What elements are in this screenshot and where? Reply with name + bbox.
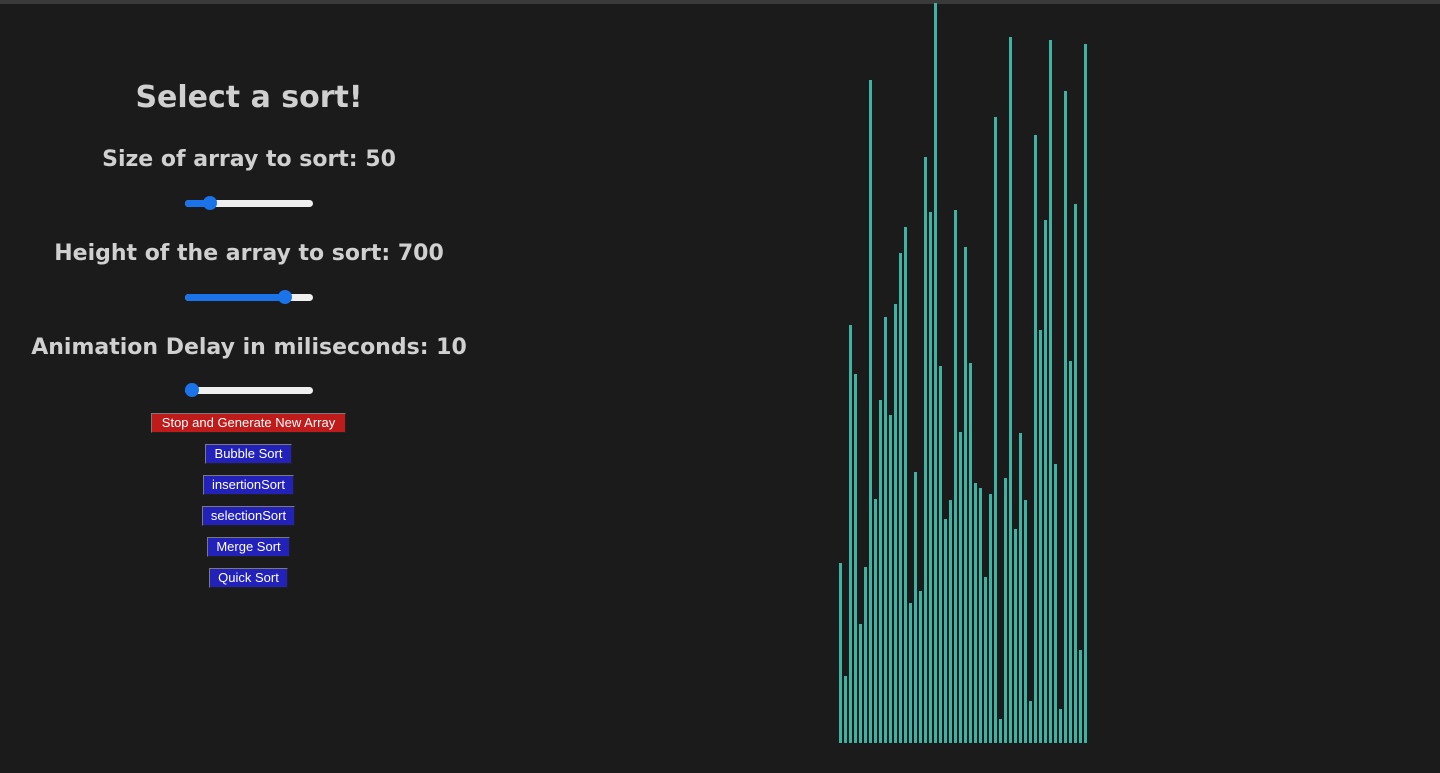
array-bar — [969, 363, 972, 743]
array-size-slider[interactable] — [185, 195, 313, 213]
array-bar — [874, 499, 877, 743]
slider-thumb[interactable] — [203, 196, 217, 210]
array-bar — [919, 591, 922, 743]
array-bar — [879, 400, 882, 743]
array-bar — [904, 227, 907, 743]
array-bar — [964, 247, 967, 743]
control-panel: Select a sort! Size of array to sort: 50… — [0, 0, 498, 773]
array-bar — [979, 488, 982, 743]
array-bar — [1009, 37, 1012, 743]
array-bar — [1069, 361, 1072, 743]
array-bar — [884, 317, 887, 743]
array-bar — [859, 624, 862, 743]
array-bar — [989, 494, 992, 743]
array-bar — [1024, 500, 1027, 743]
array-bar — [869, 80, 872, 743]
array-bar — [1059, 709, 1062, 743]
quick-sort-button[interactable]: Quick Sort — [209, 568, 288, 588]
selection-sort-button[interactable]: selectionSort — [202, 506, 295, 526]
array-bar — [894, 304, 897, 743]
array-bar — [939, 366, 942, 743]
animation-delay-slider[interactable] — [185, 382, 313, 400]
array-bar — [1034, 135, 1037, 743]
array-bar — [1079, 650, 1082, 743]
array-bar — [849, 325, 852, 743]
array-bar — [1039, 330, 1042, 743]
array-bar — [1004, 478, 1007, 743]
array-bar — [1074, 204, 1077, 743]
array-bar — [914, 472, 917, 743]
array-bar — [1049, 40, 1052, 743]
array-bar — [999, 719, 1002, 743]
array-bar — [1084, 44, 1087, 743]
page-title: Select a sort! — [135, 80, 363, 115]
array-height-slider[interactable] — [185, 289, 313, 307]
array-bar — [889, 415, 892, 743]
array-bar — [984, 577, 987, 743]
array-bar — [1044, 220, 1047, 743]
array-bar — [944, 519, 947, 743]
array-bar — [934, 3, 937, 743]
array-bar — [974, 483, 977, 743]
slider-fill — [185, 294, 285, 301]
array-bar — [839, 563, 842, 743]
array-bar — [899, 253, 902, 743]
array-bar — [1014, 529, 1017, 743]
array-bar — [954, 210, 957, 743]
array-bar — [1064, 91, 1067, 743]
insertion-sort-button[interactable]: insertionSort — [203, 475, 294, 495]
array-bar — [864, 567, 867, 743]
array-bar — [994, 117, 997, 743]
bubble-sort-button[interactable]: Bubble Sort — [205, 444, 292, 464]
array-bar — [844, 676, 847, 743]
generate-new-array-button[interactable]: Stop and Generate New Array — [151, 413, 346, 433]
array-bars-chart — [838, 0, 1090, 743]
array-bar — [959, 432, 962, 743]
array-bar — [1019, 433, 1022, 743]
array-bar — [1029, 701, 1032, 743]
array-bar — [949, 500, 952, 743]
array-bar — [854, 374, 857, 743]
merge-sort-button[interactable]: Merge Sort — [207, 537, 290, 557]
array-height-label: Height of the array to sort: 700 — [54, 241, 444, 266]
slider-track — [185, 387, 313, 394]
slider-thumb[interactable] — [278, 290, 292, 304]
array-bar — [1054, 464, 1057, 743]
array-size-label: Size of array to sort: 50 — [102, 147, 396, 172]
animation-delay-label: Animation Delay in miliseconds: 10 — [31, 335, 467, 360]
slider-thumb[interactable] — [185, 383, 199, 397]
array-bar — [909, 603, 912, 743]
array-bar — [929, 212, 932, 743]
array-bar — [924, 157, 927, 743]
